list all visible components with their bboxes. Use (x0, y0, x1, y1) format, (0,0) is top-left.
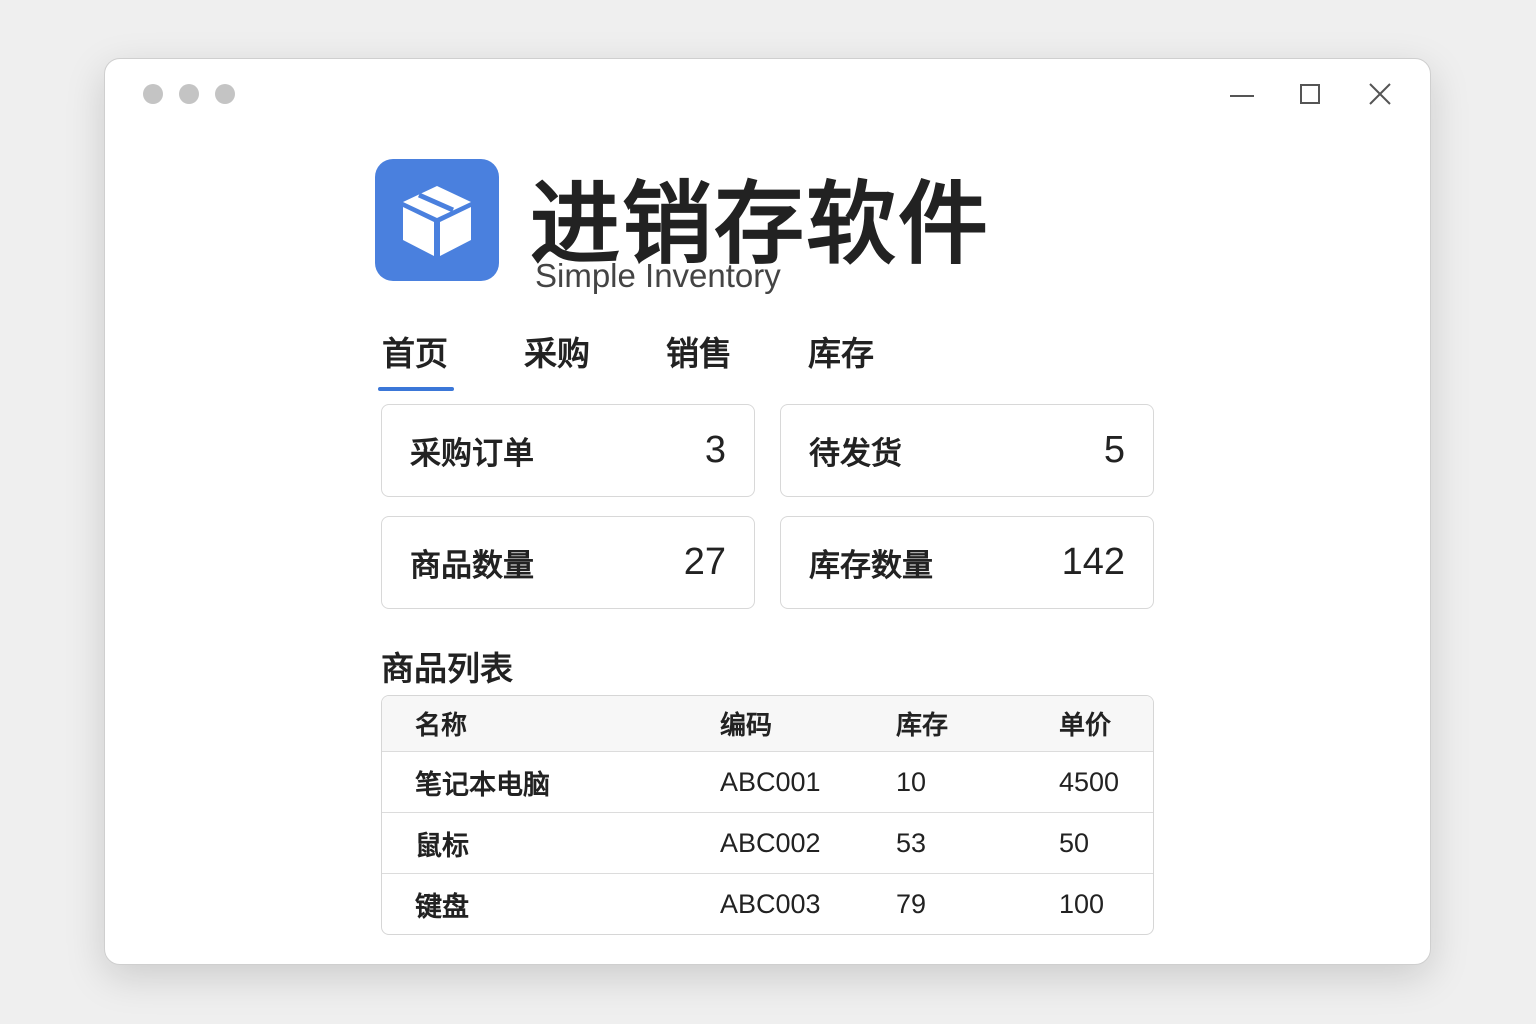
close-button[interactable] (1360, 77, 1400, 111)
minimize-icon (1230, 95, 1254, 97)
table-row[interactable]: 笔记本电脑 ABC001 10 4500 (382, 751, 1153, 812)
column-header[interactable]: 单价 (1059, 705, 1153, 742)
stat-label: 库存数量 (809, 548, 933, 583)
cell-stock: 10 (896, 766, 927, 797)
traffic-lights (143, 84, 235, 104)
cell-code: ABC001 (720, 766, 821, 797)
minimize-button[interactable] (1222, 77, 1262, 111)
package-box-icon (403, 186, 471, 256)
table-row[interactable]: 键盘 ABC003 79 100 (382, 873, 1153, 934)
stat-value: 27 (683, 541, 726, 583)
stat-label: 采购订单 (410, 436, 534, 471)
stat-card-pending-shipment[interactable]: 待发货 5 (780, 404, 1154, 497)
cell-name: 键盘 (415, 891, 469, 922)
main-tabs: 首页 采购 销售 库存 (378, 327, 946, 391)
table-row[interactable]: 鼠标 ABC002 53 50 (382, 812, 1153, 873)
column-header[interactable]: 库存 (896, 705, 1059, 742)
column-header[interactable]: 编码 (720, 705, 896, 742)
product-table: 名称 编码 库存 单价 笔记本电脑 ABC001 10 4500 鼠标 ABC0… (381, 695, 1154, 935)
stat-card-purchase-orders[interactable]: 采购订单 3 (381, 404, 755, 497)
cell-price: 100 (1059, 888, 1105, 919)
stat-value: 142 (1061, 541, 1125, 583)
tab-inventory[interactable]: 库存 (804, 327, 878, 385)
cell-name: 鼠标 (415, 830, 469, 861)
maximize-button[interactable] (1290, 77, 1330, 111)
stat-label: 商品数量 (410, 548, 534, 583)
app-logo (375, 159, 499, 281)
cell-code: ABC002 (720, 827, 821, 858)
product-list-title: 商品列表 (381, 650, 513, 687)
column-header[interactable]: 名称 (415, 705, 720, 742)
maximize-icon (1300, 84, 1320, 104)
cell-stock: 53 (896, 827, 927, 858)
stat-card-product-count[interactable]: 商品数量 27 (381, 516, 755, 609)
stat-card-stock-count[interactable]: 库存数量 142 (780, 516, 1154, 609)
tab-purchase[interactable]: 采购 (520, 327, 594, 385)
window-dot-icon[interactable] (143, 84, 163, 104)
tab-home[interactable]: 首页 (378, 327, 454, 391)
stat-value: 3 (704, 429, 726, 471)
cell-price: 4500 (1059, 766, 1120, 797)
cell-code: ABC003 (720, 888, 821, 919)
cell-name: 笔记本电脑 (415, 769, 550, 800)
stat-label: 待发货 (809, 436, 902, 471)
window-dot-icon[interactable] (215, 84, 235, 104)
app-window: 进销存软件 Simple Inventory 首页 采购 销售 库存 采购订单 … (104, 58, 1431, 965)
close-icon (1369, 83, 1391, 105)
window-dot-icon[interactable] (179, 84, 199, 104)
app-subtitle: Simple Inventory (535, 257, 781, 294)
cell-price: 50 (1059, 827, 1090, 858)
stat-value: 5 (1103, 429, 1125, 471)
cell-stock: 79 (896, 888, 927, 919)
stats-grid: 采购订单 3 待发货 5 商品数量 27 库存数量 142 (381, 404, 1154, 609)
tab-sales[interactable]: 销售 (662, 327, 736, 385)
table-header: 名称 编码 库存 单价 (382, 696, 1153, 751)
